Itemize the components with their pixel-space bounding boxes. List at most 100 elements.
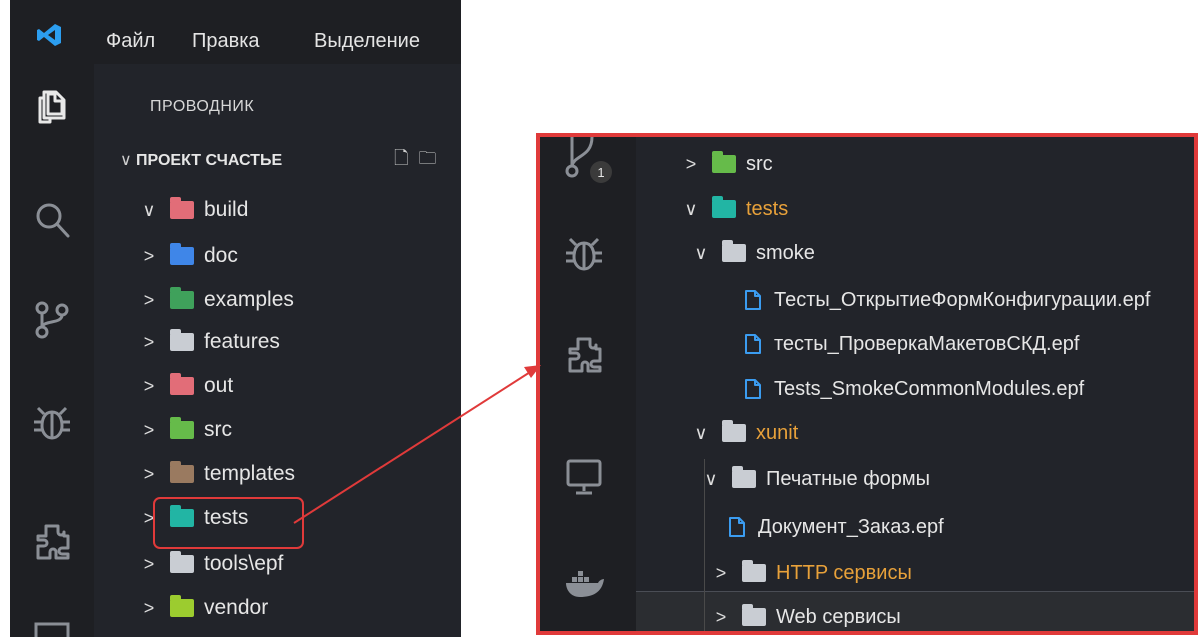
search-icon[interactable] — [30, 198, 74, 242]
tree-item-label: tests — [746, 197, 789, 220]
explorer-title: ПРОВОДНИК — [150, 98, 255, 115]
activity-bar — [540, 137, 636, 631]
file-item[interactable]: Тесты_ОткрытиеФормКонфигурации.epf — [744, 282, 1150, 318]
new-folder-icon[interactable]: 🗀 — [418, 146, 436, 176]
source-control-icon[interactable] — [30, 298, 74, 342]
folder-icon — [170, 595, 194, 617]
tree-item-label: Документ_Заказ.epf — [758, 515, 944, 538]
tree-item-label: features — [204, 330, 280, 353]
tree-item-templates[interactable]: > templates — [138, 454, 295, 494]
docker-icon[interactable] — [562, 559, 606, 603]
tree-item-label: src — [204, 418, 232, 441]
tree-item-label: HTTP сервисы — [776, 561, 912, 584]
folder-open-icon — [722, 420, 746, 442]
folder-icon — [170, 243, 194, 265]
chevron-icon[interactable]: > — [138, 376, 160, 397]
tree-item-label: doc — [204, 244, 238, 267]
folder-open-icon — [732, 466, 756, 488]
tree-item-label: src — [746, 152, 773, 175]
terminal-icon[interactable] — [30, 620, 74, 637]
tree-item-label: examples — [204, 288, 294, 311]
file-icon — [745, 379, 761, 399]
tree-item-toolsepf[interactable]: > tools\epf — [138, 544, 283, 584]
file-icon — [745, 334, 761, 354]
file-item[interactable]: Tests_SmokeCommonModules.epf — [744, 371, 1084, 407]
chevron-icon[interactable]: ∨ — [700, 469, 722, 490]
tree-item-label: Tests_SmokeCommonModules.epf — [774, 377, 1085, 400]
folder-icon — [742, 560, 766, 582]
debug-icon[interactable] — [30, 400, 74, 444]
extensions-icon[interactable] — [562, 333, 606, 377]
tree-item-label: тесты_ПроверкаМакетовСКД.epf — [774, 332, 1080, 355]
file-icon — [745, 290, 761, 310]
folder-item[interactable]: > HTTP сервисы — [710, 555, 912, 591]
chevron-icon[interactable]: > — [710, 563, 732, 584]
highlight-box — [153, 497, 304, 549]
chevron-icon[interactable]: > — [710, 607, 732, 628]
chevron-icon[interactable]: > — [138, 332, 160, 353]
zoomed-tree-panel: 1 > src ∨ tests ∨ smoke Тесты_ОткрытиеФормКонф… — [536, 133, 1198, 635]
chevron-icon[interactable]: > — [138, 598, 160, 619]
folder-icon — [170, 197, 194, 219]
tree-item-vendor[interactable]: > vendor — [138, 588, 268, 628]
tree-item-label: Тесты_ОткрытиеФормКонфигурации.epf — [774, 288, 1151, 311]
folder-icon — [170, 461, 194, 483]
tree-item-src[interactable]: > src — [138, 410, 232, 450]
folder-icon — [712, 196, 736, 218]
folder-item[interactable]: ∨ xunit — [690, 415, 798, 451]
debug-icon[interactable] — [562, 231, 606, 275]
folder-item[interactable]: ∨ Печатные формы — [700, 461, 930, 497]
tree-item-out[interactable]: > out — [138, 366, 233, 406]
folder-icon — [170, 373, 194, 395]
scm-count-badge: 1 — [590, 161, 612, 183]
explorer-icon[interactable] — [30, 84, 74, 128]
tree-item-features[interactable]: > features — [138, 322, 280, 362]
tree-item-examples[interactable]: > examples — [138, 280, 294, 320]
tree-item-label: out — [204, 374, 234, 397]
chevron-icon[interactable]: > — [138, 420, 160, 441]
tree-item-label: templates — [204, 462, 296, 485]
folder-icon — [170, 287, 194, 309]
tree-item-build[interactable]: ∨ build — [138, 190, 248, 230]
left-screenshot-panel: Файл Правка Выделение ПРОВОДНИК ∨ ПРОЕКТ … — [10, 0, 461, 637]
extensions-icon[interactable] — [30, 520, 74, 564]
tree-item-label: vendor — [204, 596, 269, 619]
chevron-icon[interactable]: ∨ — [138, 200, 160, 221]
folder-icon — [742, 604, 766, 626]
file-item[interactable]: Документ_Заказ.epf — [728, 509, 944, 545]
menu-edit[interactable]: Правка — [192, 30, 260, 53]
folder-item[interactable]: ∨ tests — [680, 191, 788, 227]
chevron-icon[interactable]: > — [680, 154, 702, 175]
tree-item-doc[interactable]: > doc — [138, 236, 238, 276]
folder-item[interactable]: > src — [680, 146, 773, 182]
vscode-logo-icon — [37, 24, 61, 46]
folder-open-icon — [722, 240, 746, 262]
file-icon — [729, 517, 745, 537]
folder-icon — [712, 151, 736, 173]
tree-item-label: Web сервисы — [776, 605, 901, 628]
chevron-icon[interactable]: ∨ — [690, 423, 712, 444]
menu-bar: Файл Правка Выделение — [10, 0, 461, 64]
menu-selection[interactable]: Выделение — [314, 30, 420, 53]
tree-item-label: build — [204, 198, 249, 221]
folder-item[interactable]: > Web сервисы — [710, 599, 901, 631]
folder-icon — [170, 329, 194, 351]
menu-file[interactable]: Файл — [106, 30, 155, 53]
tree-item-label: tools\epf — [204, 552, 284, 575]
chevron-icon[interactable]: > — [138, 290, 160, 311]
folder-item[interactable]: ∨ smoke — [690, 235, 815, 271]
tree-item-label: xunit — [756, 421, 799, 444]
new-file-icon[interactable]: 🗋 — [394, 146, 408, 176]
chevron-icon[interactable]: > — [138, 246, 160, 267]
tree-item-label: smoke — [756, 241, 815, 264]
chevron-icon[interactable]: > — [138, 464, 160, 485]
project-actions: 🗋 🗀 — [394, 146, 446, 176]
project-name: ПРОЕКТ СЧАСТЬЕ — [136, 152, 283, 169]
folder-icon — [170, 417, 194, 439]
chevron-icon[interactable]: ∨ — [690, 243, 712, 264]
remote-explorer-icon[interactable] — [562, 455, 606, 499]
project-header[interactable]: ∨ ПРОЕКТ СЧАСТЬЕ — [120, 150, 282, 170]
file-item[interactable]: тесты_ПроверкаМакетовСКД.epf — [744, 326, 1079, 362]
chevron-icon[interactable]: ∨ — [680, 199, 702, 220]
chevron-icon[interactable]: > — [138, 554, 160, 575]
